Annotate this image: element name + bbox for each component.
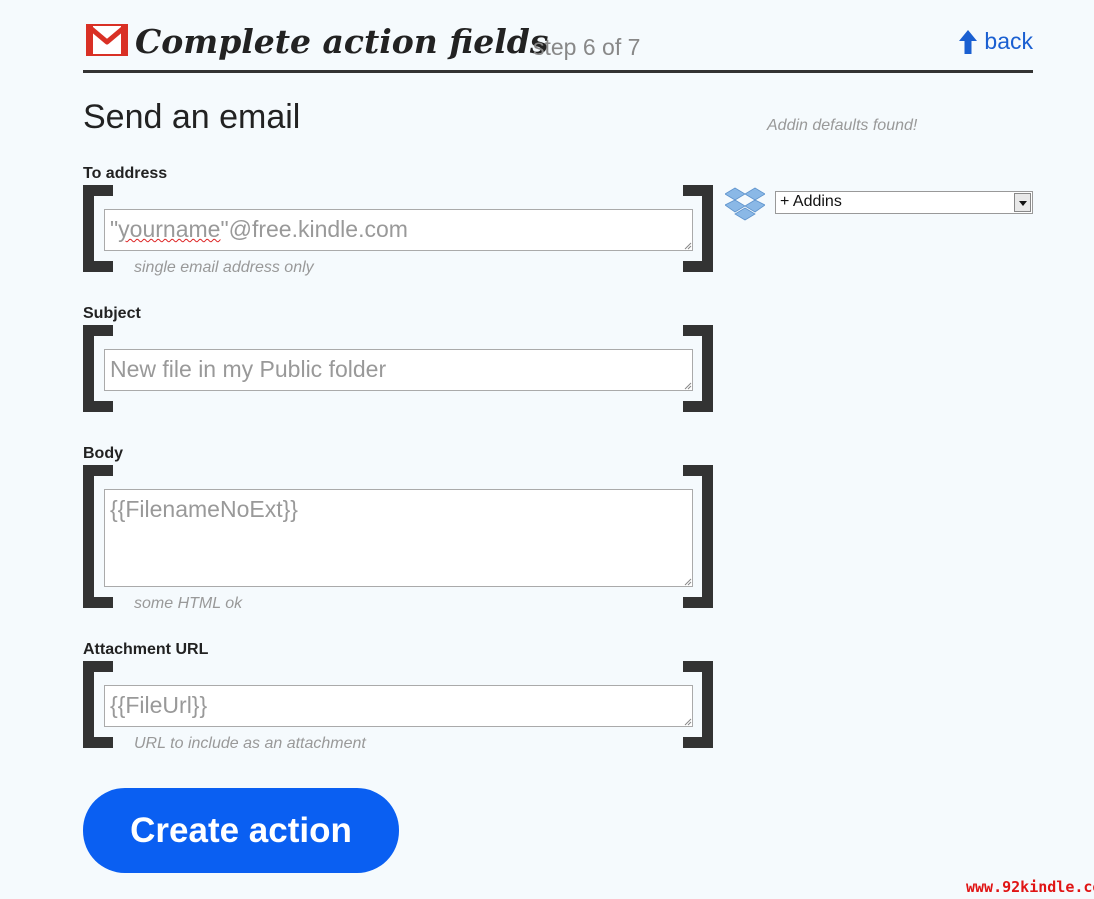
addins-select[interactable]: + Addins <box>775 191 1033 214</box>
body-group: {{FilenameNoExt}} some HTML ok <box>83 465 713 612</box>
dropdown-arrow-icon[interactable] <box>1014 193 1031 212</box>
to-address-field[interactable]: "yourname"@free.kindle.com <box>104 209 693 251</box>
to-address-group: "yourname"@free.kindle.com single email … <box>83 185 713 276</box>
back-link[interactable]: back <box>958 28 1033 55</box>
body-hint: some HTML ok <box>134 595 243 612</box>
step-indicator: step 6 of 7 <box>533 34 641 60</box>
subject-group: New file in my Public folder <box>83 325 713 412</box>
subject-label: Subject <box>83 305 141 322</box>
up-arrow-icon <box>959 29 978 54</box>
addin-defaults-note: Addin defaults found! <box>767 117 918 134</box>
to-address-username: yourname <box>118 216 221 242</box>
gmail-icon <box>86 24 128 56</box>
create-action-button[interactable]: Create action <box>83 788 399 873</box>
page-title: Complete action fields <box>135 22 549 61</box>
back-label: back <box>984 28 1033 54</box>
subject-field[interactable]: New file in my Public folder <box>104 349 693 391</box>
to-address-hint: single email address only <box>134 259 314 276</box>
body-label: Body <box>83 445 123 462</box>
page-header: Complete action fields step 6 of 7 back <box>83 18 1033 73</box>
attachment-url-field[interactable]: {{FileUrl}} <box>104 685 693 727</box>
dropbox-icon <box>725 187 765 221</box>
to-address-label: To address <box>83 165 168 182</box>
attachment-url-label: Attachment URL <box>83 641 209 658</box>
to-address-quote: " <box>110 216 119 242</box>
section-title: Send an email <box>83 98 301 136</box>
body-field[interactable]: {{FilenameNoExt}} <box>104 489 693 587</box>
addins-selected-value: + Addins <box>780 193 842 210</box>
attachment-url-hint: URL to include as an attachment <box>134 735 366 752</box>
attachment-url-group: {{FileUrl}} URL to include as an attachm… <box>83 661 713 752</box>
watermark: www.92kindle.com <box>966 878 1094 896</box>
to-address-domain: "@free.kindle.com <box>220 216 408 242</box>
